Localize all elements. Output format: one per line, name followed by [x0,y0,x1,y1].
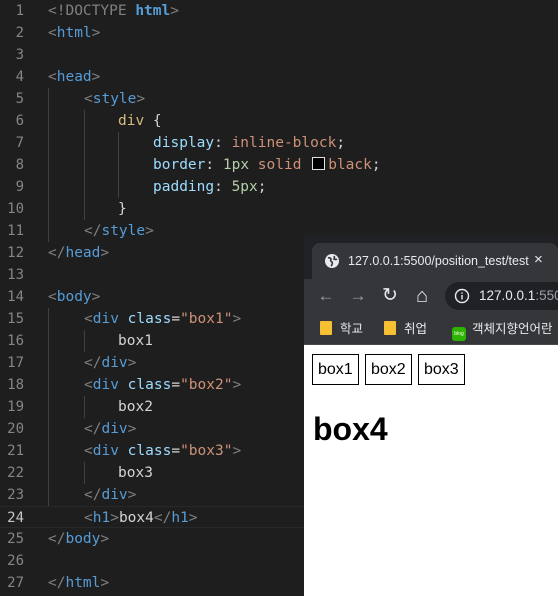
close-icon[interactable]: × [534,250,543,270]
line-number: 8 [15,157,24,173]
code-text: </div> [84,487,137,503]
box1: box1 [312,354,359,385]
code-line[interactable]: 6 div { [0,110,558,132]
line-number: 13 [7,267,24,283]
bookmark-link[interactable]: blog 객체지향언어란 [452,320,553,341]
code-text: <!DOCTYPE html> [48,3,179,19]
tab-strip: 127.0.0.1:5500/position_test/test × [304,235,558,279]
code-text: <div class="box3"> [84,443,242,459]
browser-window: 127.0.0.1:5500/position_test/test × ← → … [304,235,558,596]
line-number: 24 [7,510,24,526]
box3: box3 [418,354,465,385]
bookmarks-bar: 학교 취업 blog 객체지향언어란 [304,313,558,345]
line-number: 20 [7,421,24,437]
code-text: box2 [118,399,153,415]
code-text: <html> [48,25,101,41]
color-swatch-icon[interactable] [312,157,326,170]
line-number: 9 [15,179,24,195]
address-bar[interactable]: 127.0.0.1:550 [445,282,558,310]
code-text: div { [118,113,162,129]
code-line[interactable]: 2 <html> [0,22,558,44]
back-button[interactable]: ← [314,284,338,308]
code-text: </style> [84,223,154,239]
code-line[interactable]: 5 <style> [0,88,558,110]
code-line[interactable]: 10 } [0,198,558,220]
code-text: box1 [118,333,153,349]
line-number: 2 [15,25,24,41]
browser-toolbar: ← → ↻ ⌂ 127.0.0.1:550 [304,279,558,313]
line-number: 23 [7,487,24,503]
code-text: <h1>box4</h1> [84,510,198,526]
line-number: 4 [15,69,24,85]
line-number: 12 [7,245,24,261]
code-line[interactable]: 3 [0,44,558,66]
line-number: 14 [7,289,24,305]
line-number: 27 [7,575,24,591]
line-number: 21 [7,443,24,459]
code-line[interactable]: 9 padding: 5px; [0,176,558,198]
code-text: <div class="box2"> [84,377,242,393]
code-text: </html> [48,575,110,591]
page-heading: box4 [313,411,388,447]
code-text: <body> [48,289,101,305]
line-number: 25 [7,531,24,547]
line-number: 3 [15,47,24,63]
line-number: 6 [15,113,24,129]
line-number: 1 [15,3,24,19]
folder-icon [320,321,332,335]
folder-icon [384,321,396,335]
code-text: </div> [84,355,137,371]
url-text: 127.0.0.1:550 [479,288,558,303]
line-number: 17 [7,355,24,371]
line-number: 18 [7,377,24,393]
line-number: 26 [7,553,24,569]
bookmark-folder[interactable]: 학교 [320,320,363,338]
code-text: <div class="box1"> [84,311,242,327]
box2: box2 [365,354,412,385]
code-text: box3 [118,465,153,481]
tab-title: 127.0.0.1:5500/position_test/test [348,254,529,268]
code-text: </div> [84,421,137,437]
code-text: padding: 5px; [153,179,267,195]
code-line[interactable]: 7 display: inline-block; [0,132,558,154]
rendered-page: box1 box2 box3 box4 [304,345,558,596]
code-line[interactable]: 4 <head> [0,66,558,88]
reload-button[interactable]: ↻ [378,284,402,308]
globe-icon [324,253,340,269]
line-number: 11 [7,223,24,239]
code-text: display: inline-block; [153,135,346,151]
code-text: } [118,201,127,217]
line-number: 19 [7,399,24,415]
code-text: </body> [48,531,110,547]
code-line[interactable]: 1 <!DOCTYPE html> [0,0,558,22]
line-number: 5 [15,91,24,107]
bookmark-folder[interactable]: 취업 [384,320,427,338]
home-button[interactable]: ⌂ [410,284,434,308]
line-number: 15 [7,311,24,327]
line-number: 10 [7,201,24,217]
line-number: 22 [7,465,24,481]
browser-tab[interactable]: 127.0.0.1:5500/position_test/test × [312,243,558,279]
line-number: 16 [7,333,24,349]
forward-button[interactable]: → [346,284,370,308]
code-line[interactable]: 8 border: 1px solid black; [0,154,558,176]
blog-icon: blog [452,327,466,341]
line-number: 7 [15,135,24,151]
code-text: <head> [48,69,101,85]
code-text: </head> [48,245,110,261]
code-text: <style> [84,91,146,107]
info-icon[interactable] [454,288,470,304]
code-text: border: 1px solid black; [153,157,381,173]
